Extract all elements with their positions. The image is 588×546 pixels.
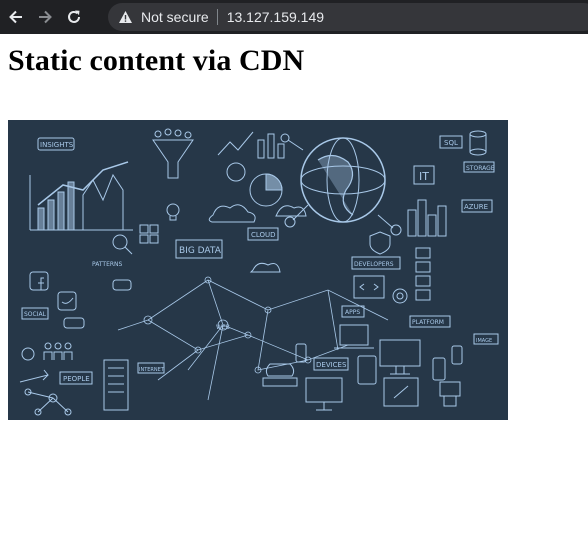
gear-icon [392, 288, 408, 304]
back-arrow-icon [9, 10, 22, 24]
reload-icon [68, 10, 80, 23]
warning-triangle-icon [119, 11, 132, 23]
monitor-icon [379, 339, 421, 375]
printer-icon [439, 381, 461, 407]
forward-button[interactable] [32, 4, 58, 30]
address-bar[interactable]: Not secure 13.127.159.149 [108, 3, 588, 31]
shield-icon [369, 231, 391, 255]
city-skyline-icon [407, 199, 447, 237]
browser-toolbar: Not secure 13.127.159.149 [0, 0, 588, 34]
network-graph-icon [24, 388, 72, 416]
back-button[interactable] [3, 4, 29, 30]
apps-label: APPS [345, 309, 360, 316]
url-text[interactable]: 13.127.159.149 [227, 9, 324, 25]
people-icon [21, 342, 73, 361]
document-icon [103, 359, 129, 411]
not-secure-label: Not secure [141, 9, 209, 25]
laptop-icon [334, 324, 374, 349]
funnel-icon [152, 128, 194, 179]
globe-icon [280, 133, 402, 236]
web-label: WEB [216, 324, 230, 331]
magnifier-icon [112, 234, 133, 255]
cloud-label: CLOUD [251, 231, 276, 239]
image-label: IMAGE [476, 338, 492, 344]
line-chart-icon [217, 131, 285, 159]
forward-arrow-icon [39, 10, 52, 24]
devices-label: DEVICES [316, 361, 347, 369]
patterns-label: PATTERNS [92, 261, 123, 268]
server-rack-icon [415, 247, 431, 301]
twitter-icon [57, 291, 77, 311]
pie-chart-icon [226, 162, 283, 207]
reload-button[interactable] [61, 4, 87, 30]
big-data-illustration: INSIGHTS SQL STORAGE IT AZURE BIG DATA C… [8, 120, 508, 420]
sql-label: SQL [444, 139, 458, 147]
omnibox-divider [216, 9, 218, 25]
tablet-icon [357, 355, 446, 385]
site-security-chip[interactable]: Not secure [118, 9, 209, 25]
storage-label: STORAGE [466, 165, 495, 172]
drawing-tablet-icon [383, 377, 419, 407]
bar-chart-icon [29, 161, 133, 231]
code-window-icon [353, 275, 385, 299]
platform-label: PLATFORM [412, 319, 444, 326]
lightbulb-icon [166, 203, 180, 221]
azure-label: AZURE [464, 203, 488, 211]
facebook-icon [29, 271, 49, 291]
social-label: SOCIAL [24, 311, 47, 318]
internet-label: INTERNET [139, 367, 165, 373]
page-title: Static content via CDN [8, 44, 305, 77]
chat-bubbles-icon [63, 279, 132, 329]
keyboard-icon [262, 377, 298, 387]
database-icon [469, 130, 487, 156]
data-network-icon [117, 276, 389, 401]
arrow-icon [19, 369, 49, 383]
big-data-label: BIG DATA [179, 246, 222, 256]
it-label: IT [419, 170, 429, 183]
desktop-icon [305, 377, 343, 411]
insights-label: INSIGHTS [40, 141, 74, 149]
developers-label: DEVELOPERS [354, 261, 394, 268]
people-label: PEOPLE [63, 375, 90, 383]
puzzle-grid-icon [139, 224, 159, 244]
